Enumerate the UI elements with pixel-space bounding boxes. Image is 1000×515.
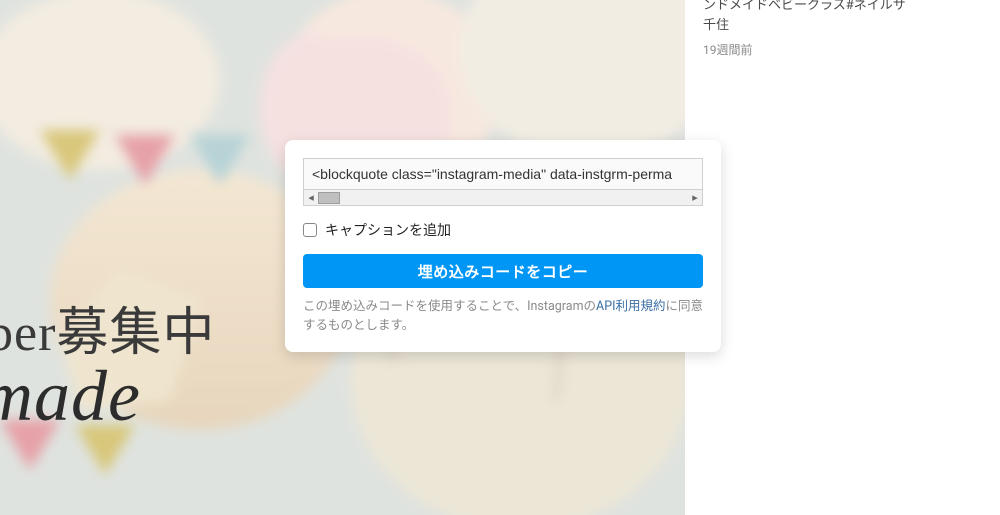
scrollbar-thumb[interactable]	[318, 192, 340, 204]
sidebar: ンドメイドベビークラス#ネイルサ 千住 19週間前	[685, 0, 1000, 515]
embed-code-scrollbar[interactable]: ◂ ▸	[303, 190, 703, 206]
background-heading: nber募集中	[0, 290, 215, 365]
include-caption-checkbox[interactable]	[303, 223, 317, 237]
include-caption-row[interactable]: キャプションを追加	[303, 220, 703, 240]
scroll-right-arrow-icon[interactable]: ▸	[688, 191, 702, 205]
copy-embed-code-button[interactable]: 埋め込みコードをコピー	[303, 254, 703, 288]
api-terms-link[interactable]: API利用規約	[596, 299, 665, 314]
scrollbar-track[interactable]	[318, 191, 688, 205]
sidebar-post-title-line1: ンドメイドベビークラス#ネイルサ	[703, 0, 982, 16]
embed-code-input[interactable]	[303, 158, 703, 190]
viewport: nber募集中 lmade ンドメイドベビークラス#ネイルサ 千住 19週間前 …	[0, 0, 1000, 515]
disclaimer-prefix: この埋め込みコードを使用することで、Instagramの	[303, 299, 596, 314]
embed-code-field-wrap: ◂ ▸	[303, 158, 703, 206]
sidebar-timestamp: 19週間前	[703, 41, 982, 58]
embed-disclaimer: この埋め込みコードを使用することで、InstagramのAPI利用規約に同意する…	[303, 298, 703, 336]
include-caption-label: キャプションを追加	[325, 220, 451, 240]
background-script-text: lmade	[0, 355, 141, 438]
scroll-left-arrow-icon[interactable]: ◂	[304, 191, 318, 205]
sidebar-post-title-line2: 千住	[703, 16, 982, 36]
embed-dialog: ◂ ▸ キャプションを追加 埋め込みコードをコピー この埋め込みコードを使用する…	[285, 140, 721, 352]
